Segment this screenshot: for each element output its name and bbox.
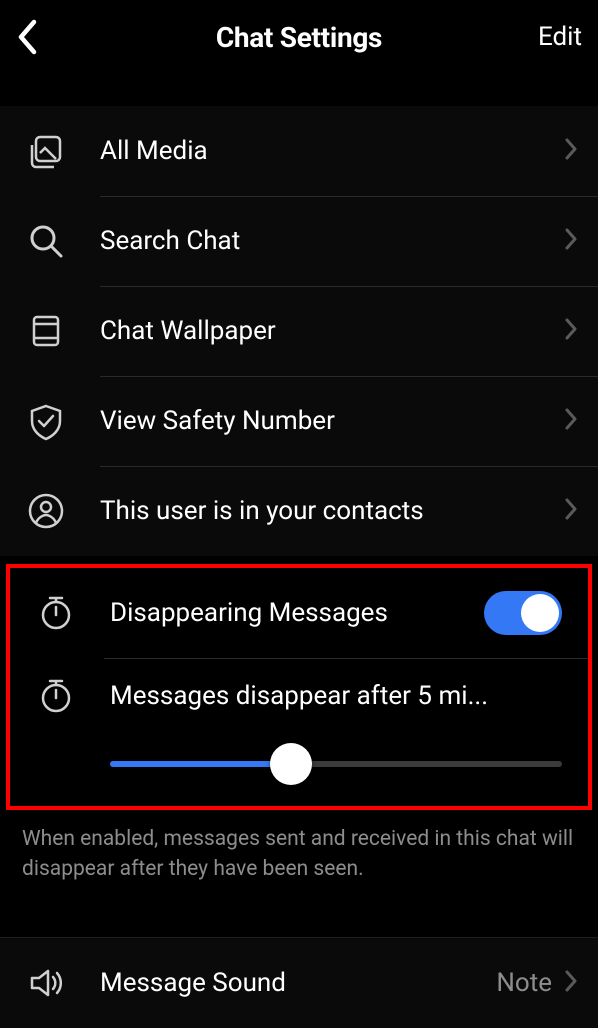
disappearing-messages-toggle[interactable] xyxy=(484,591,562,635)
timer-icon xyxy=(36,593,110,633)
view-safety-number-row[interactable]: View Safety Number xyxy=(0,376,598,466)
toggle-knob xyxy=(521,594,559,632)
shield-icon xyxy=(26,401,100,441)
disappear-duration-row: Messages disappear after 5 mi... xyxy=(10,658,588,806)
speaker-icon xyxy=(26,963,100,1003)
wallpaper-icon xyxy=(26,311,100,351)
settings-list: All Media Search Chat Chat Wallpaper Vie… xyxy=(0,106,598,556)
message-sound-row[interactable]: Message Sound Note xyxy=(0,938,598,1028)
disappear-duration-label: Messages disappear after 5 mi... xyxy=(110,681,562,711)
timer-icon xyxy=(36,676,110,716)
contacts-row[interactable]: This user is in your contacts xyxy=(0,466,598,556)
disappearing-messages-row[interactable]: Disappearing Messages xyxy=(10,568,588,658)
sound-list: Message Sound Note xyxy=(0,937,598,1028)
chat-wallpaper-row[interactable]: Chat Wallpaper xyxy=(0,286,598,376)
header: Chat Settings Edit xyxy=(0,0,598,74)
search-chat-label: Search Chat xyxy=(100,226,564,256)
chevron-right-icon xyxy=(564,498,578,524)
all-media-label: All Media xyxy=(100,136,564,166)
highlighted-section: Disappearing Messages Messages disappear… xyxy=(6,564,592,810)
message-sound-value: Note xyxy=(496,968,552,998)
view-safety-number-label: View Safety Number xyxy=(100,406,564,436)
section-gap xyxy=(0,911,598,937)
contacts-label: This user is in your contacts xyxy=(100,496,564,526)
chevron-left-icon xyxy=(16,19,38,55)
chevron-right-icon xyxy=(564,970,578,996)
page-title: Chat Settings xyxy=(216,21,382,54)
chevron-right-icon xyxy=(564,408,578,434)
person-icon xyxy=(26,491,100,531)
disappear-duration-slider[interactable] xyxy=(110,744,562,784)
search-chat-row[interactable]: Search Chat xyxy=(0,196,598,286)
chevron-right-icon xyxy=(564,318,578,344)
search-icon xyxy=(26,221,100,261)
slider-fill xyxy=(110,761,291,767)
disappearing-messages-label: Disappearing Messages xyxy=(110,598,484,628)
all-media-row[interactable]: All Media xyxy=(0,106,598,196)
disappearing-footer-text: When enabled, messages sent and received… xyxy=(0,810,598,911)
chevron-right-icon xyxy=(564,138,578,164)
back-button[interactable] xyxy=(16,19,76,55)
chevron-right-icon xyxy=(564,228,578,254)
header-gap xyxy=(0,74,598,106)
edit-button[interactable]: Edit xyxy=(522,22,582,52)
media-icon xyxy=(26,131,100,171)
chat-wallpaper-label: Chat Wallpaper xyxy=(100,316,564,346)
message-sound-label: Message Sound xyxy=(100,968,496,998)
slider-thumb[interactable] xyxy=(270,743,312,785)
